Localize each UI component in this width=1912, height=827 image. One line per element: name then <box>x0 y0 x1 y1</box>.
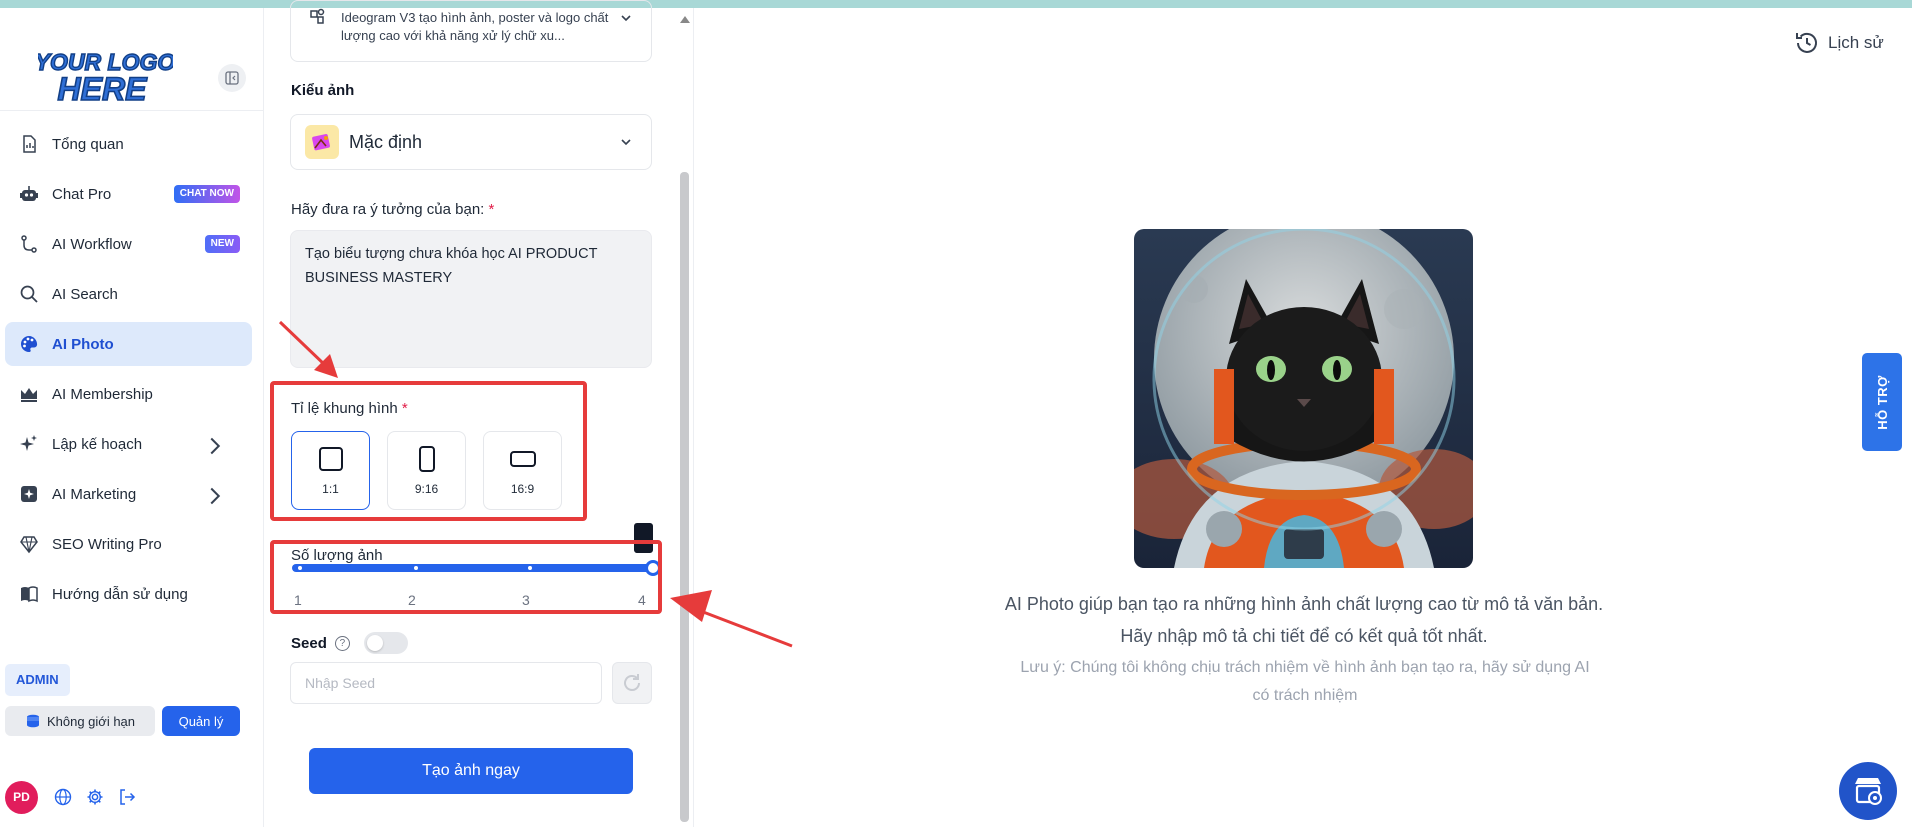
store-settings-icon <box>1855 778 1882 805</box>
sparkle-icon <box>20 435 37 451</box>
sidebar-item-ai-workflow[interactable]: AI Workflow NEW <box>5 222 252 266</box>
chart-icon <box>23 135 36 153</box>
sidebar-item-label: AI Workflow <box>52 235 132 253</box>
annotation-box-count <box>270 540 662 614</box>
create-image-button[interactable]: Tạo ảnh ngay <box>309 748 633 794</box>
seed-input[interactable] <box>290 662 602 704</box>
sidebar-item-label: AI Membership <box>52 385 153 403</box>
style-preview-icon <box>312 134 330 151</box>
gear-icon[interactable] <box>86 788 104 806</box>
required-mark: * <box>488 201 495 218</box>
model-description: Ideogram V3 tạo hình ảnh, poster và logo… <box>341 10 609 43</box>
globe-icon[interactable] <box>54 788 72 806</box>
history-button[interactable]: Lịch sử <box>1794 30 1884 56</box>
sidebar-item-ai-search[interactable]: AI Search <box>5 272 252 316</box>
sidebar-item-label: Hướng dẫn sử dụng <box>52 585 188 603</box>
coins-icon <box>26 714 39 728</box>
logo-text-bottom: HERE <box>58 71 149 107</box>
sidebar-item-label: Lập kế hoạch <box>52 435 143 453</box>
book-icon <box>21 586 38 603</box>
palette-icon <box>21 336 38 352</box>
scrollbar-thumb[interactable] <box>680 172 689 822</box>
workflow-icon <box>21 235 37 253</box>
chevron-down-icon <box>621 139 631 146</box>
prompt-textarea[interactable]: Tạo biểu tượng chưa khóa học AI PRODUCT … <box>290 230 652 368</box>
sidebar-item-label: AI Marketing <box>52 485 137 503</box>
crown-icon <box>21 388 37 402</box>
store-fab-button[interactable] <box>1839 762 1897 820</box>
sidebar-item-huong-dan[interactable]: Hướng dẫn sử dụng <box>5 572 252 616</box>
sidebar-divider <box>0 110 264 111</box>
unlimited-label: Không giới hạn <box>46 713 136 729</box>
marketing-icon <box>21 486 37 502</box>
annotation-box-ratio <box>270 381 587 521</box>
random-seed-button[interactable] <box>612 662 652 704</box>
prompt-label-text: Hãy đưa ra ý tưởng của bạn: <box>291 201 485 218</box>
robot-icon <box>20 186 38 201</box>
sidebar-item-tong-quan[interactable]: Tổng quan <box>5 122 252 166</box>
sidebar-item-chat-pro[interactable]: Chat Pro CHAT NOW <box>5 172 252 216</box>
style-thumbnail <box>305 125 339 159</box>
style-value: Mặc định <box>349 131 423 152</box>
sample-astronaut-cat-image <box>1134 229 1473 568</box>
sidebar-item-label: AI Search <box>52 285 118 303</box>
style-label: Kiểu ảnh <box>291 82 355 99</box>
sidebar-item-label: Chat Pro <box>52 185 112 203</box>
sidebar-item-lap-ke-hoach[interactable]: Lập kế hoạch <box>5 422 252 466</box>
scroll-up-arrow[interactable] <box>680 16 690 23</box>
sidebar-nav: Tổng quan Chat Pro CHAT NOW AI Workflow … <box>5 122 252 622</box>
model-icon <box>310 8 325 24</box>
support-label: HỖ TRỢ <box>1874 374 1890 430</box>
sidebar-item-ai-membership[interactable]: AI Membership <box>5 372 252 416</box>
sidebar-item-ai-marketing[interactable]: AI Marketing <box>5 472 252 516</box>
chevron-down-icon <box>621 15 631 22</box>
chat-now-badge: CHAT NOW <box>173 185 240 203</box>
avatar[interactable]: PD <box>5 780 38 814</box>
help-icon[interactable]: ? <box>334 635 350 651</box>
history-label: Lịch sử <box>1828 33 1884 52</box>
user-bar: PD <box>5 780 252 814</box>
sidebar-collapse-icon <box>225 71 239 85</box>
admin-role-tag: ADMIN <box>5 664 70 696</box>
sidebar-item-label: SEO Writing Pro <box>52 535 162 553</box>
seed-row: Seed ? <box>291 632 408 654</box>
support-tab[interactable]: HỖ TRỢ <box>1862 353 1902 451</box>
collapse-sidebar-button[interactable] <box>218 64 246 92</box>
search-icon <box>20 285 38 303</box>
style-select[interactable]: Mặc định <box>290 114 652 170</box>
sidebar-item-label: Tổng quan <box>52 135 124 153</box>
chevron-right-icon <box>210 487 221 505</box>
sidebar-item-seo-writing-pro[interactable]: SEO Writing Pro <box>5 522 252 566</box>
logout-icon[interactable] <box>118 788 136 806</box>
refresh-icon <box>624 674 640 691</box>
ai-photo-description: AI Photo giúp bạn tạo ra những hình ảnh … <box>1004 594 1604 646</box>
chevron-right-icon <box>210 437 221 455</box>
seed-toggle[interactable] <box>363 632 408 654</box>
manage-button[interactable]: Quản lý <box>162 706 240 736</box>
brand-logo[interactable]: YOUR LOGO HERE <box>38 38 173 108</box>
photo-form-panel: Ideogram V3 tạo hình ảnh, poster và logo… <box>264 0 694 827</box>
seed-label: Seed <box>291 634 327 652</box>
diamond-icon <box>20 536 38 554</box>
sidebar-item-label: AI Photo <box>52 335 114 353</box>
prompt-label: Hãy đưa ra ý tưởng của bạn: * <box>291 201 494 218</box>
history-icon <box>1796 32 1817 53</box>
responsibility-note: Lưu ý: Chúng tôi không chịu trách nhiệm … <box>1020 659 1590 704</box>
sidebar: YOUR LOGO HERE Tổng quan Chat Pro CHAT N… <box>0 8 264 827</box>
window-top-strip <box>0 0 1912 8</box>
unlimited-credits-button[interactable]: Không giới hạn <box>5 706 155 736</box>
new-badge: NEW <box>204 235 240 253</box>
sidebar-item-ai-photo[interactable]: AI Photo <box>5 322 252 366</box>
model-select[interactable]: Ideogram V3 tạo hình ảnh, poster và logo… <box>290 0 652 62</box>
